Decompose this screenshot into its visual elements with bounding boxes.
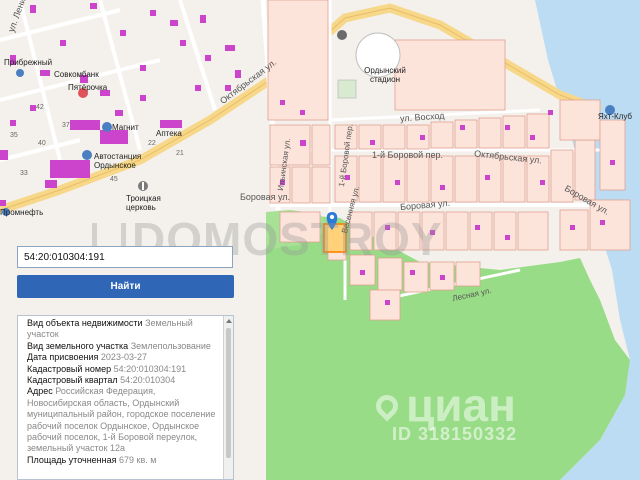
house-number: 37 xyxy=(62,122,70,129)
info-row: Вид земельного участка Землепользование xyxy=(27,341,222,352)
info-row: Площадь уточненная 679 кв. м xyxy=(27,455,222,466)
info-key: Кадастровый номер xyxy=(27,363,112,374)
poi-stadion: Ордынский стадион xyxy=(364,66,406,84)
poi-troickaya: Троицкая церковь xyxy=(126,194,161,212)
info-key: Кадастровый квартал xyxy=(27,375,118,386)
cian-id-watermark: ID 318150332 xyxy=(392,424,518,444)
info-value: 54:20:010304:191 xyxy=(113,363,187,374)
info-row: Дата присвоения 2023-03-27 xyxy=(27,352,222,363)
house-number: 42 xyxy=(36,104,44,111)
parcel-info-panel[interactable]: Вид объекта недвижимости Земельный участ… xyxy=(17,315,234,480)
info-key: Вид объекта недвижимости xyxy=(27,318,143,328)
find-button[interactable]: Найти xyxy=(17,275,234,298)
cian-pin-icon xyxy=(371,390,403,422)
scroll-up-icon[interactable] xyxy=(226,319,232,323)
house-number: 40 xyxy=(38,140,46,147)
info-row: Вид объекта недвижимости Земельный участ… xyxy=(27,318,222,341)
info-key: Вид земельного участка xyxy=(27,340,129,351)
parcel-info-list: Вид объекта недвижимости Земельный участ… xyxy=(27,318,222,466)
house-number: 45 xyxy=(110,176,118,183)
house-number: 22 xyxy=(148,140,156,147)
info-key: Площадь уточненная xyxy=(27,454,117,465)
info-value: Российская Федерация, Новосибирская обла… xyxy=(27,386,216,454)
cadastral-number-input[interactable] xyxy=(17,246,233,268)
house-number: 33 xyxy=(20,170,28,177)
info-key: Дата присвоения xyxy=(27,352,99,363)
poi-apteka: Аптека xyxy=(156,129,182,138)
info-row: Кадастровый номер 54:20:010304:191 xyxy=(27,364,222,375)
info-value: 54:20:010304 xyxy=(120,375,176,386)
street-borovaya: Боровая ул. xyxy=(240,192,291,202)
poi-promneft: Промнефть xyxy=(0,208,44,217)
poi-magnit: Магнит xyxy=(112,123,139,132)
poi-sovcombank: Совкомбанк xyxy=(54,70,99,79)
info-value: 2023-03-27 xyxy=(100,352,147,363)
scroll-thumb[interactable] xyxy=(226,328,231,458)
info-row: Адрес Российская Федерация, Новосибирска… xyxy=(27,386,222,454)
info-key: Адрес xyxy=(27,386,53,397)
poi-bereg: Прибрежный xyxy=(4,58,53,67)
poi-yacht: Яхт-Клуб xyxy=(598,112,633,121)
street-borovoy-per: 1-й Боровой пер. xyxy=(372,150,444,160)
poi-pyaterochka: Пятёрочка xyxy=(68,83,108,92)
info-row: Кадастровый квартал 54:20:010304 xyxy=(27,375,222,386)
info-value: Землепользование xyxy=(130,340,211,351)
info-scrollbar[interactable] xyxy=(223,316,233,479)
house-number: 21 xyxy=(176,150,184,157)
poi-avtostanciya: Автостанция Ордынское xyxy=(94,152,142,170)
house-number: 35 xyxy=(10,132,18,139)
info-value: 679 кв. м xyxy=(119,454,157,465)
